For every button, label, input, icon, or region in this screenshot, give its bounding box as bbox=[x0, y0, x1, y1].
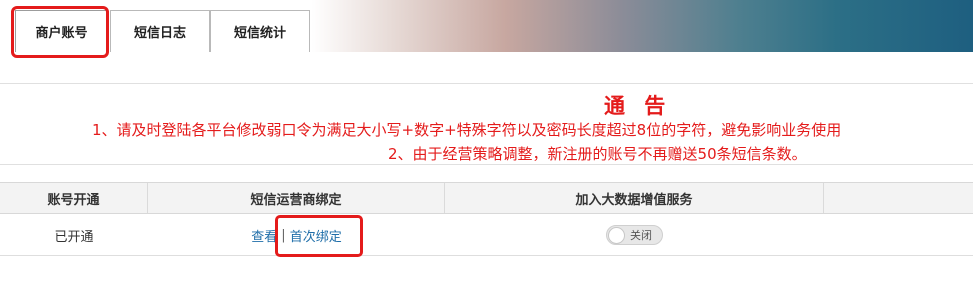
tab-sms-log[interactable]: 短信日志 bbox=[110, 10, 210, 52]
tab-label: 商户账号 bbox=[35, 26, 88, 41]
table-header: 账号开通 短信运营商绑定 加入大数据增值服务 bbox=[0, 182, 973, 214]
account-status: 已开通 bbox=[54, 229, 94, 245]
column-header-account: 账号开通 bbox=[0, 183, 148, 213]
toggle-knob bbox=[608, 227, 625, 244]
notice-title: 通 告 bbox=[604, 94, 672, 118]
view-link[interactable]: 查看 bbox=[251, 226, 277, 245]
first-bind-link[interactable]: 首次绑定 bbox=[290, 226, 342, 245]
column-header-bigdata: 加入大数据增值服务 bbox=[445, 183, 824, 213]
carrier-actions: 查看 | 首次绑定 bbox=[148, 214, 445, 256]
link-separator: | bbox=[281, 227, 286, 243]
bigdata-toggle-cell: 关闭 bbox=[445, 214, 824, 256]
notice-line-1: 1、请及时登陆各平台修改弱口令为满足大小写+数字+特殊字符以及密码长度超过8位的… bbox=[92, 121, 842, 139]
notice-line-2: 2、由于经营策略调整，新注册的账号不再赠送50条短信条数。 bbox=[388, 145, 807, 163]
tab-label: 短信统计 bbox=[233, 26, 286, 41]
tab-merchant-account[interactable]: 商户账号 bbox=[15, 10, 108, 52]
column-header-carrier: 短信运营商绑定 bbox=[148, 183, 445, 213]
tab-label: 短信日志 bbox=[133, 26, 186, 41]
table-row: 已开通 查看 | 首次绑定 关闭 bbox=[0, 214, 973, 256]
bigdata-toggle[interactable]: 关闭 bbox=[606, 225, 663, 245]
column-header-empty bbox=[824, 183, 973, 213]
toggle-label: 关闭 bbox=[630, 229, 652, 242]
tab-sms-stats[interactable]: 短信统计 bbox=[210, 10, 310, 52]
